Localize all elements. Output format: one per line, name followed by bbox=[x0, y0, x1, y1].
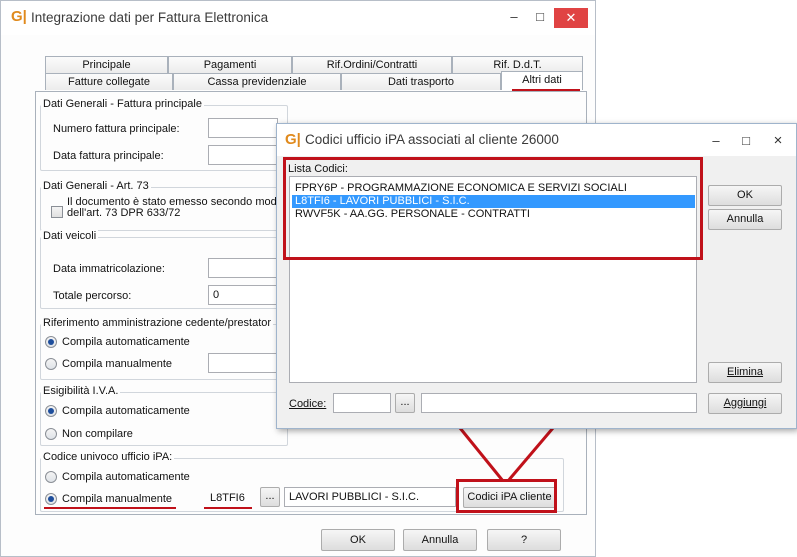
ok-button[interactable]: OK bbox=[321, 529, 395, 551]
numero-fattura-label: Numero fattura principale: bbox=[53, 123, 180, 135]
connector-lines bbox=[458, 427, 555, 482]
close-button[interactable]: ✕ bbox=[554, 8, 588, 28]
tab-fatture-collegate[interactable]: Fatture collegate bbox=[45, 73, 173, 90]
codice-auto-label: Compila automaticamente bbox=[62, 471, 190, 483]
esigibilita-none-label: Non compilare bbox=[62, 428, 133, 440]
data-fattura-input[interactable] bbox=[208, 145, 278, 165]
elimina-button[interactable]: Elimina bbox=[708, 362, 782, 383]
codice-desc-input[interactable]: LAVORI PUBBLICI - S.I.C. bbox=[284, 487, 456, 507]
group-title-esigibilita: Esigibilità I.V.A. bbox=[41, 385, 121, 397]
app-logo-icon: G| bbox=[11, 8, 27, 25]
codice-auto-radio[interactable] bbox=[45, 471, 57, 483]
numero-fattura-input[interactable] bbox=[208, 118, 278, 138]
codice-browse-button[interactable]: ... bbox=[260, 487, 280, 507]
dialog-titlebar: G| Codici ufficio iPA associati al clien… bbox=[277, 124, 796, 156]
ipa-dialog: G| Codici ufficio iPA associati al clien… bbox=[276, 123, 797, 429]
data-fattura-label: Data fattura principale: bbox=[53, 150, 164, 162]
group-title-fattura-principale: Dati Generali - Fattura principale bbox=[41, 98, 204, 110]
esigibilita-auto-radio[interactable] bbox=[45, 405, 57, 417]
codice-value: L8TFI6 bbox=[210, 492, 245, 504]
riferimento-auto-radio[interactable] bbox=[45, 336, 57, 348]
immatricolazione-input[interactable] bbox=[208, 258, 278, 278]
tab-altri-dati[interactable]: Altri dati bbox=[501, 71, 583, 90]
dialog-close-button[interactable]: × bbox=[765, 132, 791, 152]
dialog-title: Codici ufficio iPA associati al cliente … bbox=[305, 132, 559, 147]
esigibilita-none-radio[interactable] bbox=[45, 428, 57, 440]
riferimento-manual-radio[interactable] bbox=[45, 358, 57, 370]
dialog-desc-input[interactable] bbox=[421, 393, 697, 413]
percorso-label: Totale percorso: bbox=[53, 290, 132, 302]
tab-principale[interactable]: Principale bbox=[45, 56, 168, 73]
codice-highlight-underline bbox=[204, 507, 252, 509]
main-titlebar: G| Integrazione dati per Fattura Elettro… bbox=[1, 1, 595, 35]
esigibilita-auto-label: Compila automaticamente bbox=[62, 405, 190, 417]
tab-pagamenti[interactable]: Pagamenti bbox=[168, 56, 292, 73]
percorso-input[interactable]: 0 bbox=[208, 285, 278, 305]
codice-manual-label: Compila manualmente bbox=[62, 493, 173, 505]
tab-cassa-previdenziale[interactable]: Cassa previdenziale bbox=[173, 73, 341, 90]
immatricolazione-label: Data immatricolazione: bbox=[53, 263, 165, 275]
dialog-maximize-button[interactable]: □ bbox=[733, 132, 759, 152]
maximize-button[interactable]: □ bbox=[527, 8, 553, 28]
group-title-dati-veicoli: Dati veicoli bbox=[41, 230, 99, 242]
codice-label: Codice: bbox=[289, 398, 327, 410]
manual-highlight-underline bbox=[44, 507, 176, 509]
annulla-button[interactable]: Annulla bbox=[403, 529, 477, 551]
group-title-art73: Dati Generali - Art. 73 bbox=[41, 180, 151, 192]
dialog-codice-input[interactable] bbox=[333, 393, 391, 413]
dialog-browse-button[interactable]: ... bbox=[395, 393, 415, 413]
art73-checkbox[interactable] bbox=[51, 206, 63, 218]
tab-rif-ordini[interactable]: Rif.Ordini/Contratti bbox=[292, 56, 452, 73]
aggiungi-button[interactable]: Aggiungi bbox=[708, 393, 782, 414]
dialog-logo-icon: G| bbox=[285, 131, 301, 148]
art73-check-label-2: dell'art. 73 DPR 633/72 bbox=[67, 207, 181, 219]
list-highlight-box bbox=[283, 157, 703, 260]
dialog-annulla-button[interactable]: Annulla bbox=[708, 209, 782, 230]
help-button[interactable]: ? bbox=[487, 529, 561, 551]
tab-dati-trasporto[interactable]: Dati trasporto bbox=[341, 73, 501, 90]
minimize-button[interactable]: – bbox=[501, 8, 527, 28]
group-title-riferimento: Riferimento amministrazione cedente/pres… bbox=[41, 317, 274, 329]
dialog-ok-button[interactable]: OK bbox=[708, 185, 782, 206]
dialog-minimize-button[interactable]: – bbox=[703, 132, 729, 152]
codice-manual-radio[interactable] bbox=[45, 493, 57, 505]
riferimento-manual-label: Compila manualmente bbox=[62, 358, 173, 370]
riferimento-input[interactable] bbox=[208, 353, 278, 373]
main-window-title: Integrazione dati per Fattura Elettronic… bbox=[31, 10, 269, 25]
riferimento-auto-label: Compila automaticamente bbox=[62, 336, 190, 348]
group-title-codice-univoco: Codice univoco ufficio iPA: bbox=[41, 451, 175, 463]
